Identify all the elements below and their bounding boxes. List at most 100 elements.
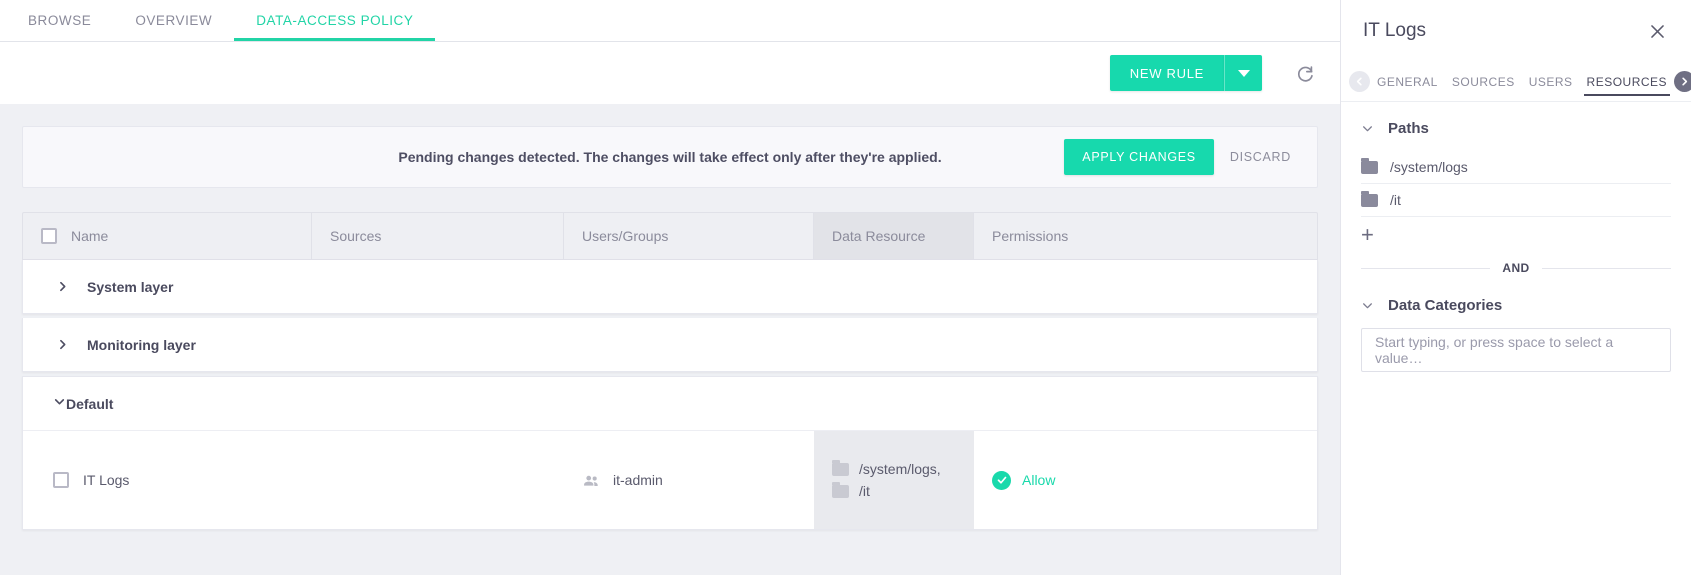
layer-row-monitoring-layer[interactable]: Monitoring layer [22, 318, 1318, 372]
table-header: Name Sources Users/Groups Data Resource … [22, 212, 1318, 260]
plus-icon: + [1361, 222, 1374, 247]
layer-row-default[interactable]: Default [23, 377, 1317, 431]
panel-title: IT Logs [1363, 20, 1427, 41]
column-header-data-resource-label: Data Resource [832, 228, 926, 244]
data-categories-section-header[interactable]: Data Categories [1361, 297, 1671, 314]
details-side-panel: IT Logs GENERAL SOURCES USERS RESOURCES … [1340, 0, 1691, 575]
panel-header: IT Logs [1341, 0, 1691, 62]
panel-tabs-prev-button[interactable] [1349, 71, 1370, 92]
data-categories-placeholder: Start typing, or press space to select a… [1375, 334, 1614, 366]
data-categories-input-wrapper[interactable]: Start typing, or press space to select a… [1361, 328, 1671, 372]
layer-group-default: Default IT Logs it-admin /system/logs, /… [22, 376, 1318, 530]
main-scroll-body: Pending changes detected. The changes wi… [0, 104, 1340, 575]
column-header-sources-label: Sources [330, 228, 382, 244]
chevron-down-icon [1361, 122, 1374, 135]
data-resource-item: /it [832, 481, 941, 499]
cell-data-resource: /system/logs, /it [814, 431, 974, 529]
folder-icon [832, 481, 849, 498]
column-header-users-groups-label: Users/Groups [582, 228, 669, 244]
check-circle-icon [992, 470, 1011, 490]
tab-browse-label: BROWSE [28, 13, 92, 28]
tab-data-access-policy[interactable]: DATA-ACCESS POLICY [234, 0, 436, 41]
panel-tab-resources-label: RESOURCES [1586, 74, 1668, 89]
column-header-name-label: Name [71, 228, 109, 244]
rule-name-label: IT Logs [83, 472, 130, 488]
main-content-area: BROWSE OVERVIEW DATA-ACCESS POLICY NEW R… [0, 0, 1340, 575]
panel-tab-users[interactable]: USERS [1522, 62, 1580, 101]
panel-tab-sources-label: SOURCES [1451, 74, 1515, 89]
cell-permissions: Allow [974, 431, 1317, 529]
discard-button[interactable]: DISCARD [1214, 139, 1307, 175]
paths-section-title: Paths [1388, 120, 1429, 137]
close-icon [1650, 24, 1664, 38]
permission-label: Allow [1022, 472, 1056, 488]
layer-label-system-layer: System layer [87, 278, 174, 295]
toolbar: NEW RULE [0, 42, 1340, 104]
path-value: /it [1390, 192, 1401, 208]
panel-tab-bar: GENERAL SOURCES USERS RESOURCES [1341, 62, 1691, 102]
chevron-right-icon [53, 280, 71, 293]
data-resource-item: /system/logs, [832, 459, 941, 477]
path-item[interactable]: /it [1361, 184, 1671, 217]
data-categories-section-title: Data Categories [1388, 297, 1503, 314]
layer-row-system-layer[interactable]: System layer [22, 260, 1318, 314]
tab-data-access-policy-label: DATA-ACCESS POLICY [256, 13, 414, 28]
column-header-name: Name [23, 213, 312, 259]
users-groups-value: it-admin [613, 472, 663, 488]
new-rule-dropdown-button[interactable] [1224, 55, 1262, 91]
column-header-permissions: Permissions [974, 213, 1317, 259]
panel-tabs-next-button[interactable] [1674, 71, 1691, 92]
data-resource-list: /system/logs, /it [832, 459, 941, 499]
paths-section-header[interactable]: Paths [1361, 120, 1671, 137]
chevron-right-icon [53, 338, 71, 351]
chevron-down-icon [53, 395, 66, 413]
separator-line-left [1361, 267, 1491, 269]
panel-tab-users-label: USERS [1528, 74, 1573, 89]
folder-icon [832, 459, 849, 476]
chevron-down-icon [1237, 69, 1250, 77]
panel-tab-general-label: GENERAL [1377, 74, 1438, 89]
panel-tab-resources[interactable]: RESOURCES [1580, 62, 1675, 101]
cell-sources [312, 431, 564, 529]
path-item[interactable]: /system/logs [1361, 151, 1671, 184]
data-resource-value: /it [859, 483, 870, 499]
top-tab-bar: BROWSE OVERVIEW DATA-ACCESS POLICY [0, 0, 1340, 42]
chevron-right-circle-icon [1682, 77, 1688, 86]
new-rule-button[interactable]: NEW RULE [1109, 55, 1224, 91]
operator-label: AND [1502, 261, 1530, 275]
select-all-checkbox[interactable] [41, 228, 57, 244]
data-resource-value: /system/logs, [859, 461, 941, 477]
column-header-data-resource: Data Resource [814, 213, 974, 259]
separator-line-right [1541, 267, 1672, 269]
column-header-users-groups: Users/Groups [564, 213, 814, 259]
chevron-left-circle-icon [1356, 77, 1362, 86]
refresh-button[interactable] [1288, 56, 1322, 90]
cell-users-groups: it-admin [564, 431, 814, 529]
panel-tab-sources[interactable]: SOURCES [1445, 62, 1522, 101]
column-header-permissions-label: Permissions [992, 228, 1069, 244]
row-checkbox[interactable] [53, 472, 69, 488]
folder-icon [1361, 157, 1378, 174]
apply-changes-button[interactable]: APPLY CHANGES [1064, 139, 1214, 175]
path-value: /system/logs [1390, 159, 1468, 175]
tab-overview[interactable]: OVERVIEW [113, 0, 234, 41]
close-panel-button[interactable] [1643, 17, 1671, 45]
cell-name: IT Logs [23, 431, 312, 529]
refresh-icon [1297, 66, 1313, 82]
layer-label-monitoring-layer: Monitoring layer [87, 336, 196, 353]
app-root: BROWSE OVERVIEW DATA-ACCESS POLICY NEW R… [0, 0, 1691, 575]
folder-icon [1361, 190, 1378, 207]
group-icon [582, 471, 601, 490]
banner-actions: APPLY CHANGES DISCARD [1064, 139, 1307, 175]
column-header-sources: Sources [312, 213, 564, 259]
layer-label-default: Default [66, 395, 114, 412]
panel-tab-general[interactable]: GENERAL [1370, 62, 1445, 101]
panel-body: Paths /system/logs /it + AND Data Catego… [1341, 102, 1691, 575]
tab-browse[interactable]: BROWSE [6, 0, 113, 41]
add-path-button[interactable]: + [1361, 217, 1671, 253]
tab-overview-label: OVERVIEW [135, 13, 213, 28]
chevron-down-icon [1361, 299, 1374, 312]
table-row[interactable]: IT Logs it-admin /system/logs, /it Allow [23, 431, 1317, 529]
permission-badge: Allow [992, 470, 1056, 490]
operator-separator: AND [1361, 261, 1672, 275]
